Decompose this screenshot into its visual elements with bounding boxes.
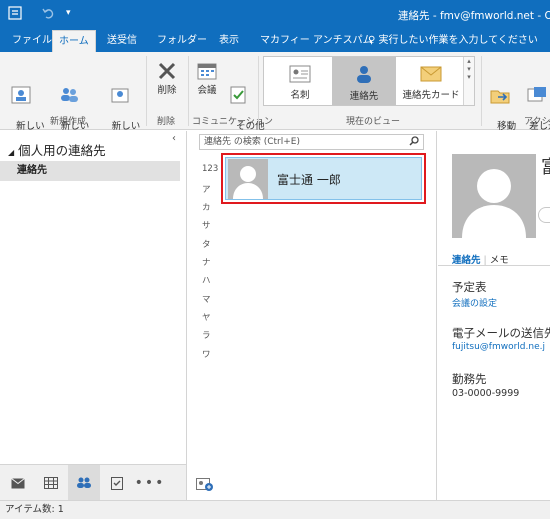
business-card-icon bbox=[289, 65, 311, 83]
tasks-icon bbox=[111, 477, 123, 490]
tabs-divider bbox=[438, 265, 550, 266]
highlight-box: 富士通 一郎 bbox=[221, 153, 426, 204]
delete-icon bbox=[158, 62, 176, 80]
index-na[interactable]: ナ bbox=[202, 256, 211, 268]
group-current-view-label: 現在のビュー bbox=[346, 117, 401, 127]
new-items-icon bbox=[111, 88, 129, 103]
delete-label: 削除 bbox=[157, 85, 177, 96]
nav-people[interactable] bbox=[68, 465, 100, 501]
my-contacts-label: 個人用の連絡先 bbox=[18, 143, 106, 158]
index-ma[interactable]: マ bbox=[202, 293, 211, 305]
contact-search-input[interactable]: 連絡先 の検索 (Ctrl+E) bbox=[199, 134, 424, 150]
tab-mcafee-antispam[interactable]: マカフィー アンチスパム bbox=[254, 30, 379, 52]
meeting-button[interactable]: 会議 bbox=[192, 60, 222, 97]
person-icon bbox=[357, 66, 371, 83]
view-business-card[interactable]: 名刺 bbox=[272, 57, 328, 105]
view-business-card-label: 名刺 bbox=[290, 90, 310, 101]
folder-contacts[interactable]: 連絡先 bbox=[0, 161, 180, 181]
group-communication-label: コミュニケーション bbox=[192, 117, 273, 127]
tab-send-receive[interactable]: 送受信 bbox=[101, 30, 143, 52]
index-123[interactable]: 123 bbox=[202, 164, 218, 174]
work-heading: 勤務先 bbox=[452, 372, 487, 386]
my-contacts-header[interactable]: ◢ 個人用の連絡先 bbox=[8, 140, 106, 159]
group-delete-label: 削除 bbox=[157, 117, 176, 127]
view-contact-card[interactable]: 連絡先カード bbox=[400, 57, 462, 105]
contact-detail-pane: 富 連絡先|メモ 予定表 会議の設定 電子メールの送信先 fujitsu@fmw… bbox=[438, 131, 550, 500]
calendar-icon bbox=[197, 63, 217, 80]
current-view-gallery: 名刺 連絡先 連絡先カード ▴ ▾ ▾ bbox=[263, 56, 475, 106]
view-people[interactable]: 連絡先 bbox=[332, 57, 396, 105]
group-new-label: 新規作成 bbox=[50, 117, 87, 127]
work-phone[interactable]: 03-0000-9999 bbox=[452, 388, 519, 399]
contact-display-name: 富 bbox=[541, 153, 550, 179]
ribbon-tabs: ファイル ホーム 送受信 フォルダー 表示 マカフィー アンチスパム ♀ 実行し… bbox=[0, 30, 550, 52]
email-link[interactable]: fujitsu@fmworld.ne.j bbox=[452, 342, 545, 352]
tab-view[interactable]: 表示 bbox=[213, 30, 245, 52]
collapse-pane-icon[interactable]: ‹ bbox=[172, 133, 176, 144]
calendar-grid-icon bbox=[44, 477, 58, 489]
contact-card-icon[interactable] bbox=[196, 478, 214, 495]
mail-merge-icon bbox=[527, 87, 546, 102]
delete-button[interactable]: 削除 bbox=[150, 60, 184, 97]
envelope-icon bbox=[420, 66, 442, 82]
schedule-meeting-link[interactable]: 会議の設定 bbox=[452, 296, 497, 309]
index-ha[interactable]: ハ bbox=[202, 274, 211, 286]
expand-triangle-icon[interactable]: ◢ bbox=[8, 148, 14, 157]
more-actions-icon bbox=[230, 86, 246, 104]
ribbon: 新しい 連絡先 新しい 連絡先グループ 新しい アイテム ˅ 新規作成 削除 削… bbox=[0, 52, 550, 144]
undo-icon[interactable] bbox=[42, 6, 56, 23]
gallery-scroll[interactable]: ▴ ▾ ▾ bbox=[463, 57, 474, 105]
detail-tabs: 連絡先 | メモ bbox=[452, 252, 509, 266]
tab-file[interactable]: ファイル bbox=[6, 30, 58, 52]
people-icon bbox=[77, 477, 91, 488]
index-a[interactable]: ア bbox=[202, 183, 211, 195]
contact-name: 富士通 一郎 bbox=[277, 173, 341, 187]
group-separator bbox=[188, 56, 189, 126]
index-ka[interactable]: カ bbox=[202, 201, 211, 213]
group-separator bbox=[258, 56, 259, 126]
view-people-label: 連絡先 bbox=[349, 91, 379, 102]
group-separator bbox=[146, 56, 147, 126]
status-bar: アイテム数: 1 bbox=[0, 500, 550, 519]
index-ya[interactable]: ヤ bbox=[202, 311, 211, 323]
meeting-label: 会議 bbox=[197, 85, 217, 96]
nav-calendar[interactable] bbox=[35, 465, 67, 501]
send-receive-icon[interactable] bbox=[8, 6, 22, 23]
group-actions-label: アクショ bbox=[524, 117, 550, 127]
quick-access-dropdown-icon[interactable]: ▾ bbox=[66, 8, 71, 18]
item-count: アイテム数: 1 bbox=[5, 504, 64, 515]
navigation-bar: ••• bbox=[0, 464, 187, 501]
nav-mail[interactable] bbox=[2, 465, 34, 501]
schedule-heading: 予定表 bbox=[452, 280, 487, 294]
mail-icon bbox=[11, 477, 25, 488]
move-folder-icon bbox=[490, 90, 510, 104]
search-icon[interactable] bbox=[409, 136, 419, 151]
tab-home[interactable]: ホーム bbox=[52, 30, 96, 52]
contact-list-item[interactable]: 富士通 一郎 bbox=[225, 157, 422, 200]
email-heading: 電子メールの送信先 bbox=[452, 326, 550, 340]
nav-more-icon[interactable]: ••• bbox=[134, 465, 166, 501]
view-contact-card-label: 連絡先カード bbox=[402, 90, 460, 101]
tell-me-search[interactable]: ♀ 実行したい作業を入力してください bbox=[362, 30, 544, 52]
search-placeholder: 連絡先 の検索 (Ctrl+E) bbox=[204, 137, 300, 147]
index-wa[interactable]: ワ bbox=[202, 348, 211, 360]
index-ra[interactable]: ラ bbox=[202, 329, 211, 341]
tab-folder[interactable]: フォルダー bbox=[151, 30, 213, 52]
index-ta[interactable]: タ bbox=[202, 238, 211, 250]
nav-tasks[interactable] bbox=[101, 465, 133, 501]
new-contact-icon bbox=[11, 86, 31, 104]
im-status-icon[interactable] bbox=[538, 207, 550, 223]
contact-group-icon bbox=[61, 88, 78, 102]
contact-photo bbox=[452, 154, 536, 238]
group-separator bbox=[481, 56, 482, 126]
index-sa[interactable]: サ bbox=[202, 219, 211, 231]
contact-list-pane: 連絡先 の検索 (Ctrl+E) 123 ア カ サ タ ナ ハ マ ヤ ラ ワ… bbox=[188, 131, 437, 500]
title-bar: ▾ 連絡先 - fmv@fmworld.net - Ou bbox=[0, 0, 550, 30]
window-title: 連絡先 - fmv@fmworld.net - Ou bbox=[398, 10, 550, 22]
folder-pane: ‹ ◢ 個人用の連絡先 連絡先 bbox=[0, 131, 187, 464]
contact-avatar bbox=[228, 159, 268, 199]
